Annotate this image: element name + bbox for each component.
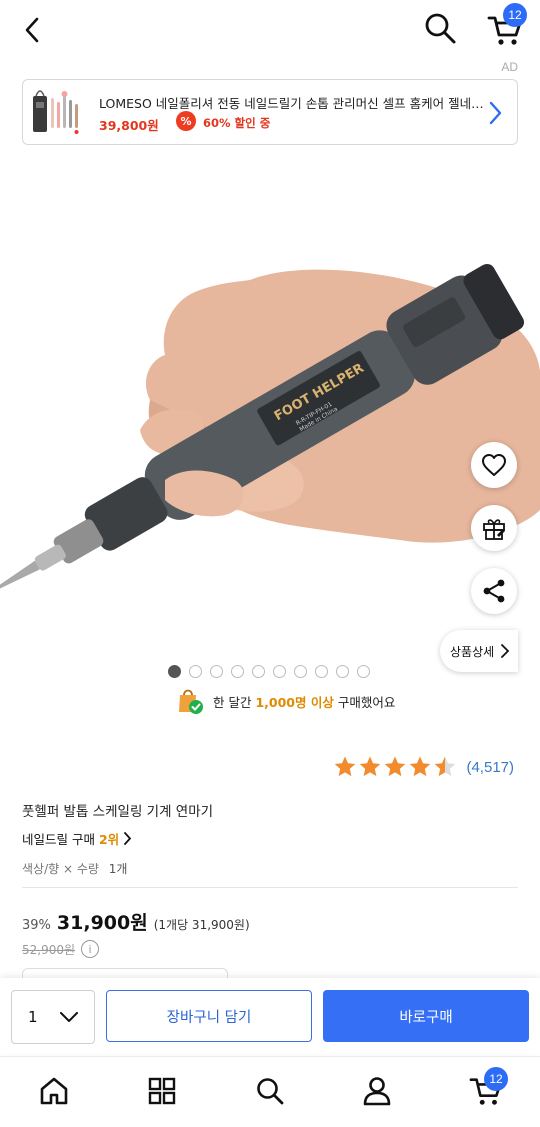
cart-button[interactable]: 12 (482, 3, 528, 52)
buyers-text: 한 달간 1,000명 이상 구매했어요 (213, 694, 396, 710)
option-label: 색상/향 × 수량 (22, 862, 99, 876)
nav-category[interactable] (140, 1071, 184, 1111)
cart-count-badge: 12 (503, 3, 527, 27)
add-to-cart-button[interactable]: 장바구니 담기 (106, 990, 312, 1042)
product-title: 풋헬퍼 발톱 스케일링 기계 연마기 (22, 804, 214, 820)
gallery-dot[interactable] (273, 665, 286, 678)
purchase-bar: 1 장바구니 담기 바로구매 (0, 978, 540, 1054)
star-icon (385, 756, 406, 777)
option-value: 1개 (108, 862, 128, 876)
gallery-dot[interactable] (315, 665, 328, 678)
back-button[interactable] (14, 10, 50, 50)
gallery-dot[interactable] (336, 665, 349, 678)
gallery-dot[interactable] (189, 665, 202, 678)
star-icon (410, 756, 431, 777)
info-icon[interactable]: i (81, 940, 100, 958)
nav-cart[interactable]: 12 (464, 1067, 508, 1111)
bottom-navigation: 12 (0, 1056, 540, 1127)
quantity-value: 1 (28, 1008, 38, 1026)
home-icon (40, 1077, 68, 1105)
star-icon (335, 756, 356, 777)
ad-banner[interactable]: LOMESO 네일폴리셔 전동 네일드릴기 손톱 관리머신 셀프 홈케어 젤네일… (22, 79, 518, 145)
original-price-row: 52,900원 i (22, 940, 100, 958)
product-image[interactable]: FOOT HELPER R-R-TIP-FH-01 Made in China (0, 150, 540, 660)
unit-price: (1개당 31,900원) (153, 918, 250, 932)
ad-sale-text: 60% 할인 중 (203, 116, 271, 130)
gallery-dot[interactable] (168, 665, 181, 678)
gallery-pagination (168, 665, 370, 678)
ad-label: AD (501, 60, 518, 74)
rank-label: 네일드릴 구매 (22, 832, 95, 847)
chevron-left-icon (25, 17, 39, 43)
chevron-right-icon (489, 101, 502, 125)
heart-icon (482, 454, 506, 476)
gallery-dot[interactable] (294, 665, 307, 678)
chevron-right-icon (501, 644, 510, 658)
review-count[interactable]: (4,517) (466, 759, 514, 776)
selected-option: 색상/향 × 수량 1개 (22, 860, 127, 877)
top-bar: 12 (0, 0, 540, 60)
search-icon (257, 1078, 284, 1105)
product-detail-button[interactable]: 상품상세 (440, 630, 518, 672)
product-photo: FOOT HELPER R-R-TIP-FH-01 Made in China (0, 150, 540, 660)
shopping-bag-icon (179, 689, 203, 714)
divider (22, 887, 518, 888)
share-icon (483, 579, 505, 603)
rank-value: 2위 (98, 832, 120, 847)
search-icon (425, 13, 456, 44)
nav-my-page[interactable] (355, 1071, 399, 1111)
product-detail-label: 상품상세 (450, 644, 495, 659)
rating[interactable]: (4,517) (333, 755, 514, 779)
discount-rate: 39% (22, 918, 51, 933)
star-rating (333, 755, 457, 779)
quantity-select[interactable]: 1 (11, 990, 95, 1044)
share-button[interactable] (471, 568, 517, 614)
user-icon (363, 1077, 391, 1106)
ad-title: LOMESO 네일폴리셔 전동 네일드릴기 손톱 관리머신 셀프 홈케어 젤네일… (99, 96, 485, 111)
wishlist-button[interactable] (471, 442, 517, 488)
ad-price: 39,800원 (99, 118, 159, 133)
chevron-down-icon (60, 1012, 78, 1022)
nav-cart-badge: 12 (484, 1067, 508, 1091)
gallery-dot[interactable] (357, 665, 370, 678)
buyers-count: 1,000명 이상 (255, 694, 334, 710)
buyers-info: 한 달간 1,000명 이상 구매했어요 (175, 686, 395, 716)
nav-search[interactable] (248, 1071, 292, 1111)
original-price: 52,900원 (22, 942, 76, 957)
gift-button[interactable] (471, 505, 517, 551)
star-icon (435, 756, 456, 777)
search-button[interactable] (420, 8, 460, 48)
gallery-dot[interactable] (210, 665, 223, 678)
chevron-right-icon (124, 832, 132, 845)
gallery-dot[interactable] (252, 665, 265, 678)
price-row: 39% 31,900원 (1개당 31,900원) (22, 908, 250, 935)
discount-badge-icon: % (176, 111, 196, 131)
nav-home[interactable] (32, 1071, 76, 1111)
gift-icon (483, 519, 505, 540)
star-icon (360, 756, 381, 777)
category-rank-link[interactable]: 네일드릴 구매 2위 (22, 829, 132, 848)
gallery-dot[interactable] (231, 665, 244, 678)
category-icon (148, 1077, 176, 1105)
buy-now-button[interactable]: 바로구매 (323, 990, 529, 1042)
ad-product-thumbnail (27, 84, 85, 142)
sale-price: 31,900원 (56, 912, 148, 934)
